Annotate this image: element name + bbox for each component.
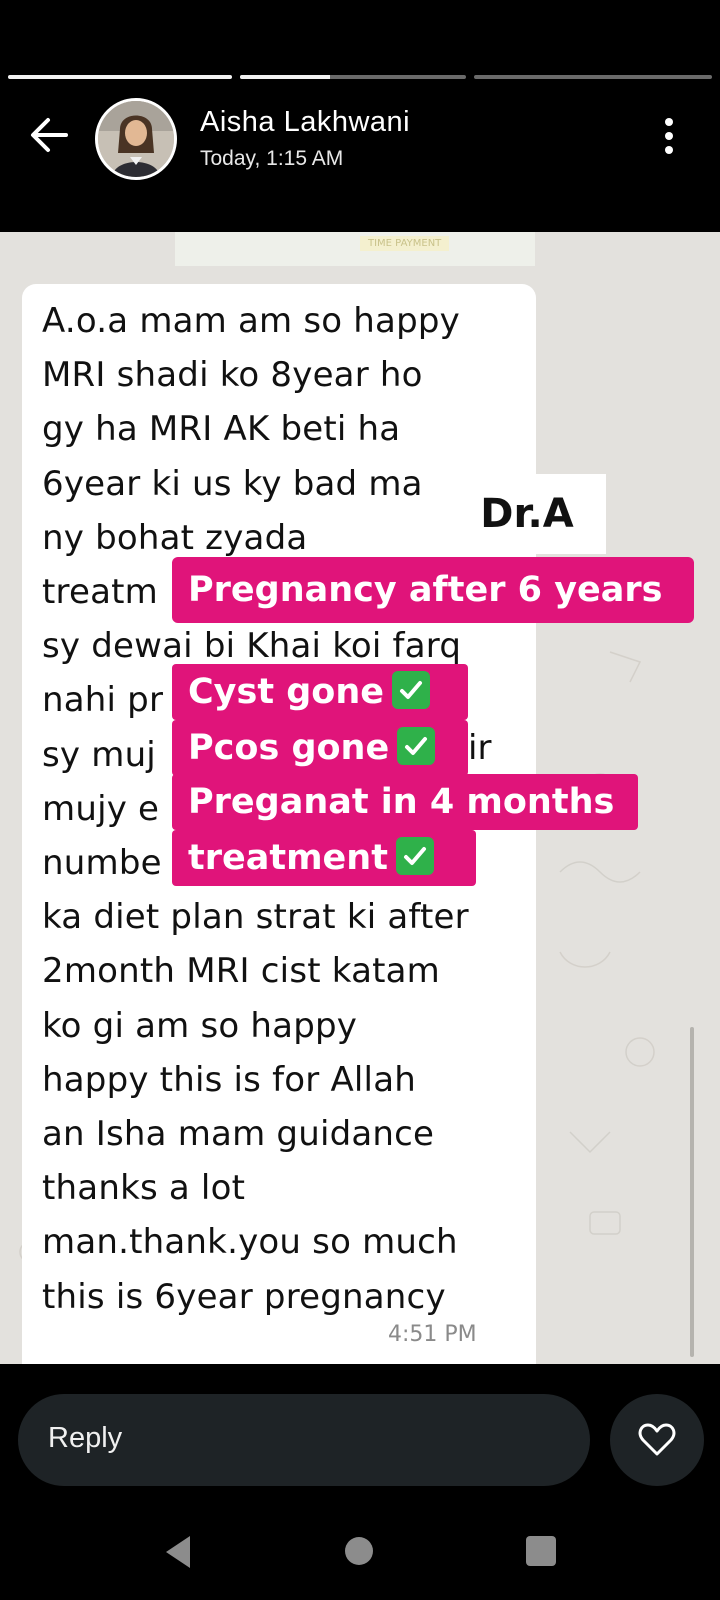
nav-recent-icon[interactable]: [526, 1536, 556, 1566]
result-item: Cyst gone: [172, 664, 468, 720]
result-item: treatment: [172, 830, 476, 886]
nav-back-icon[interactable]: [162, 1534, 194, 1574]
more-vert-icon[interactable]: [662, 118, 676, 158]
system-nav-bar: [0, 1530, 720, 1590]
result-label: Preganat in 4 months: [188, 782, 615, 822]
scrollbar: [690, 1027, 694, 1357]
check-icon: [392, 671, 431, 709]
background-strip: [175, 232, 535, 266]
story-timestamp: Today, 1:15 AM: [200, 147, 344, 170]
reply-placeholder: Reply: [48, 1422, 123, 1454]
result-item: Pcos gone: [172, 720, 468, 776]
check-icon: [397, 727, 436, 765]
progress-segment: [8, 75, 232, 79]
back-arrow-icon[interactable]: [26, 112, 72, 158]
progress-segment: [474, 75, 712, 79]
story-content: TIME PAYMENT A.o.a mam am so happy MRI s…: [0, 232, 720, 1364]
progress-fill: [8, 75, 232, 79]
progress-fill: [240, 75, 331, 79]
result-label: treatment: [188, 838, 388, 878]
user-name[interactable]: Aisha Lakhwani: [200, 106, 410, 139]
message-time: 4:51 PM: [388, 1322, 477, 1347]
brand-label: Dr.A: [448, 474, 606, 554]
message-text-fragment: ir: [468, 728, 492, 768]
story-progress: [8, 75, 712, 79]
result-label: Cyst gone: [188, 672, 385, 712]
progress-segment: [240, 75, 466, 79]
story-header: Aisha Lakhwani Today, 1:15 AM: [0, 90, 720, 190]
result-label: Pcos gone: [188, 728, 390, 768]
nav-home-icon[interactable]: [345, 1537, 373, 1565]
headline-sticker: Pregnancy after 6 years: [172, 557, 694, 623]
like-button[interactable]: [610, 1394, 704, 1486]
background-stamp: TIME PAYMENT: [360, 236, 450, 251]
check-icon: [395, 837, 434, 875]
heart-icon: [638, 1423, 676, 1456]
reply-input[interactable]: Reply: [18, 1394, 590, 1486]
result-item: Preganat in 4 months: [172, 774, 638, 830]
avatar[interactable]: [95, 98, 177, 180]
